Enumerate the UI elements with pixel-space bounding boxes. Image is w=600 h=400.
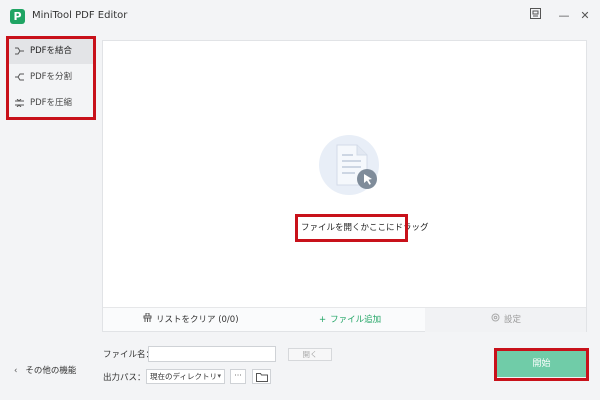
add-file-button[interactable]: + ファイル追加 [319,308,381,332]
other-functions-label: その他の機能 [25,366,77,376]
compress-icon [15,99,24,107]
app-title: MiniTool PDF Editor [32,10,128,21]
open-button[interactable]: 開く [288,348,332,361]
folder-icon [256,373,268,382]
sidebar-item-label: PDFを圧縮 [30,98,73,108]
sidebar: PDFを結合 PDFを分割 PDFを圧縮 [8,38,96,116]
sidebar-item-compress[interactable]: PDFを圧縮 [8,90,96,116]
other-functions-link[interactable]: ‹ その他の機能 [14,364,76,376]
drop-hint-text: ファイルを開くかここにドラッグ [301,223,429,233]
close-button[interactable]: ✕ [578,8,592,24]
clear-list-icon [143,308,152,332]
browse-folder-button[interactable] [252,369,271,384]
start-button[interactable]: 開始 [497,351,586,377]
sidebar-item-merge[interactable]: PDFを結合 [8,38,96,64]
sidebar-item-split[interactable]: PDFを分割 [8,64,96,90]
chevron-left-icon: ‹ [14,366,18,376]
sidebar-item-label: PDFを分割 [30,72,73,82]
output-path-select[interactable]: 現在のディレクトリ ▾ [146,369,225,384]
output-path-label: 出力パス： [103,373,146,383]
output-path-value: 現在のディレクトリ [150,372,217,381]
app-logo: P [10,9,25,24]
document-cursor-icon [319,135,379,195]
clear-list-button[interactable]: リストをクリア (0/0) [143,308,239,332]
chevron-down-icon: ▾ [217,372,221,380]
clear-list-label: リストをクリア (0/0) [156,315,239,325]
add-file-label: ファイル追加 [330,315,382,325]
plus-icon: + [319,315,327,325]
merge-icon [15,47,24,55]
title-bar: P MiniTool PDF Editor — ✕ [0,0,600,34]
gear-icon [491,308,500,332]
panel-icon[interactable] [528,8,542,24]
minimize-button[interactable]: — [557,8,571,24]
file-name-label: ファイル名： [103,350,155,360]
settings-label: 設定 [504,315,522,325]
settings-button[interactable]: 設定 [491,308,521,332]
sidebar-item-label: PDFを結合 [30,46,73,56]
settings-area: 設定 [425,308,586,332]
file-drop-area[interactable]: ファイルを開くかここにドラッグ リストをクリア (0/0) + ファイル追加 設定 [102,40,587,332]
file-name-input[interactable] [148,346,276,362]
file-list-toolbar: リストをクリア (0/0) + ファイル追加 設定 [103,307,586,332]
split-icon [15,73,24,81]
more-options-button[interactable]: ··· [230,369,246,384]
